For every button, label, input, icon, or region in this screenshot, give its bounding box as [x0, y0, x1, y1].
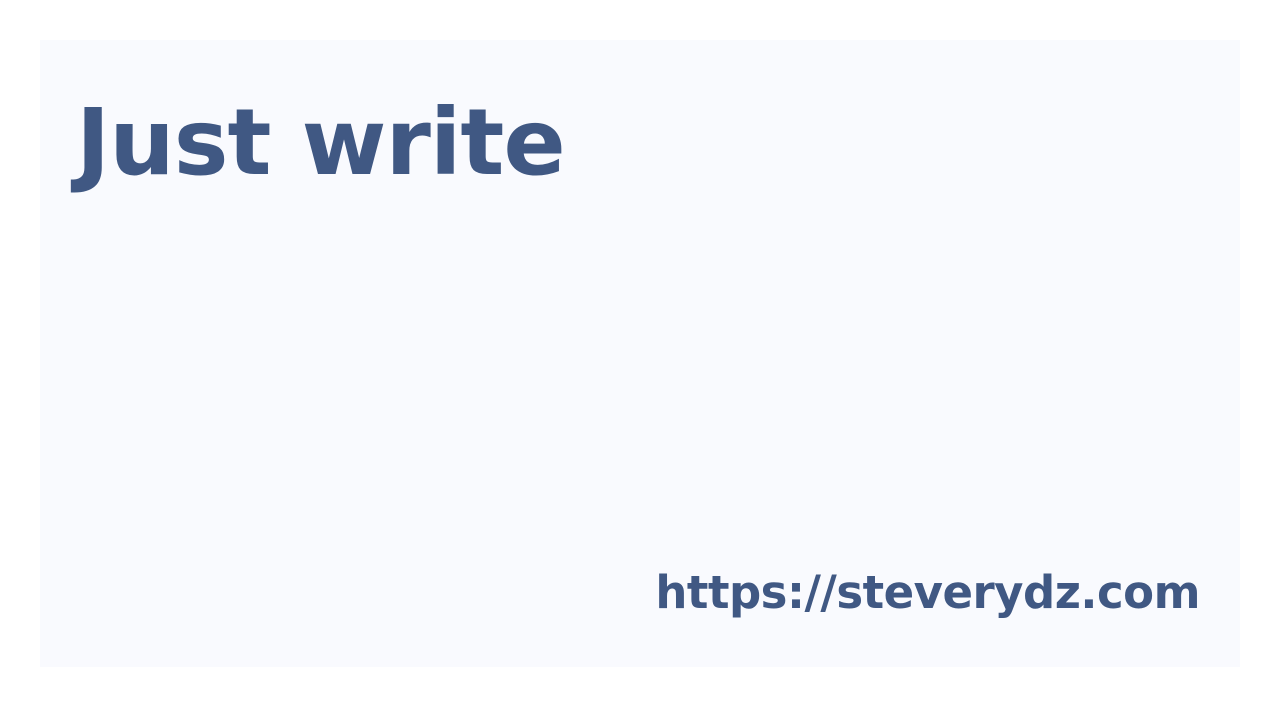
page-title: Just write [76, 89, 566, 196]
og-card: Just write https://steverydz.com [40, 40, 1240, 667]
site-url-link[interactable]: https://steverydz.com [655, 566, 1200, 620]
